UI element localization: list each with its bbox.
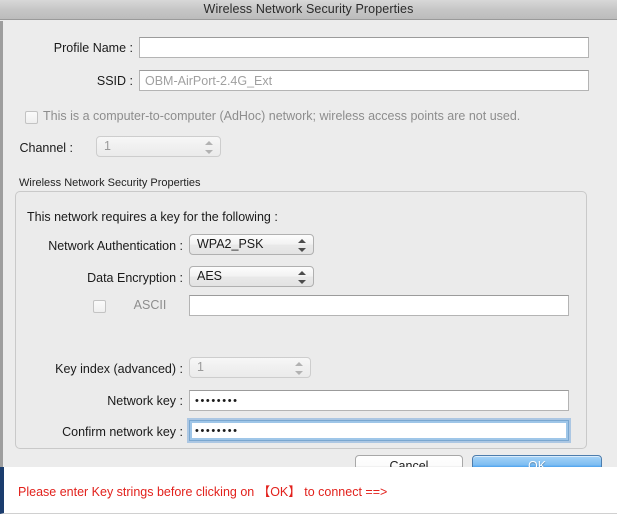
key-index-label: Key index (advanced) :: [55, 362, 183, 376]
channel-label: Channel :: [19, 141, 73, 155]
stepper-arrows-icon: [205, 139, 213, 156]
ascii-key-input[interactable]: [189, 295, 569, 316]
ssid-input[interactable]: OBM-AirPort-2.4G_Ext: [139, 70, 589, 91]
key-index-select[interactable]: 1: [189, 357, 311, 378]
stepper-arrows-icon: [298, 269, 306, 286]
network-authentication-label: Network Authentication :: [48, 239, 183, 253]
wireless-security-properties-dialog: Wireless Network Security Properties Pro…: [0, 0, 617, 514]
network-key-label: Network key :: [107, 394, 183, 408]
status-bar: Please enter Key strings before clicking…: [0, 467, 617, 514]
data-encryption-value: AES: [197, 269, 223, 283]
ascii-label: ASCII: [133, 298, 167, 312]
data-encryption-select[interactable]: AES: [189, 266, 314, 287]
status-message: Please enter Key strings before clicking…: [18, 485, 388, 499]
profile-name-input[interactable]: [139, 37, 589, 58]
data-encryption-label: Data Encryption :: [87, 271, 183, 285]
ssid-label: SSID :: [96, 74, 133, 88]
confirm-network-key-input[interactable]: ••••••••: [189, 420, 569, 441]
channel-select[interactable]: 1: [96, 136, 221, 157]
stepper-arrows-icon: [295, 360, 303, 377]
channel-select-value: 1: [104, 139, 111, 153]
stepper-arrows-icon: [298, 237, 306, 254]
profile-name-label: Profile Name :: [53, 41, 133, 55]
network-key-input[interactable]: ••••••••: [189, 390, 569, 411]
adhoc-checkbox-label: This is a computer-to-computer (AdHoc) n…: [43, 109, 521, 123]
security-intro-text: This network requires a key for the foll…: [27, 210, 278, 224]
dialog-content: Profile Name : SSID : OBM-AirPort-2.4G_E…: [0, 21, 617, 477]
network-authentication-select[interactable]: WPA2_PSK: [189, 234, 314, 255]
window-titlebar: Wireless Network Security Properties: [0, 0, 617, 20]
confirm-network-key-label: Confirm network key :: [62, 425, 183, 439]
network-authentication-value: WPA2_PSK: [197, 237, 264, 251]
window-title: Wireless Network Security Properties: [203, 2, 414, 16]
key-index-value: 1: [197, 360, 204, 374]
security-group-title: Wireless Network Security Properties: [19, 177, 201, 189]
ascii-checkbox[interactable]: [93, 300, 106, 313]
adhoc-checkbox[interactable]: [25, 111, 38, 124]
